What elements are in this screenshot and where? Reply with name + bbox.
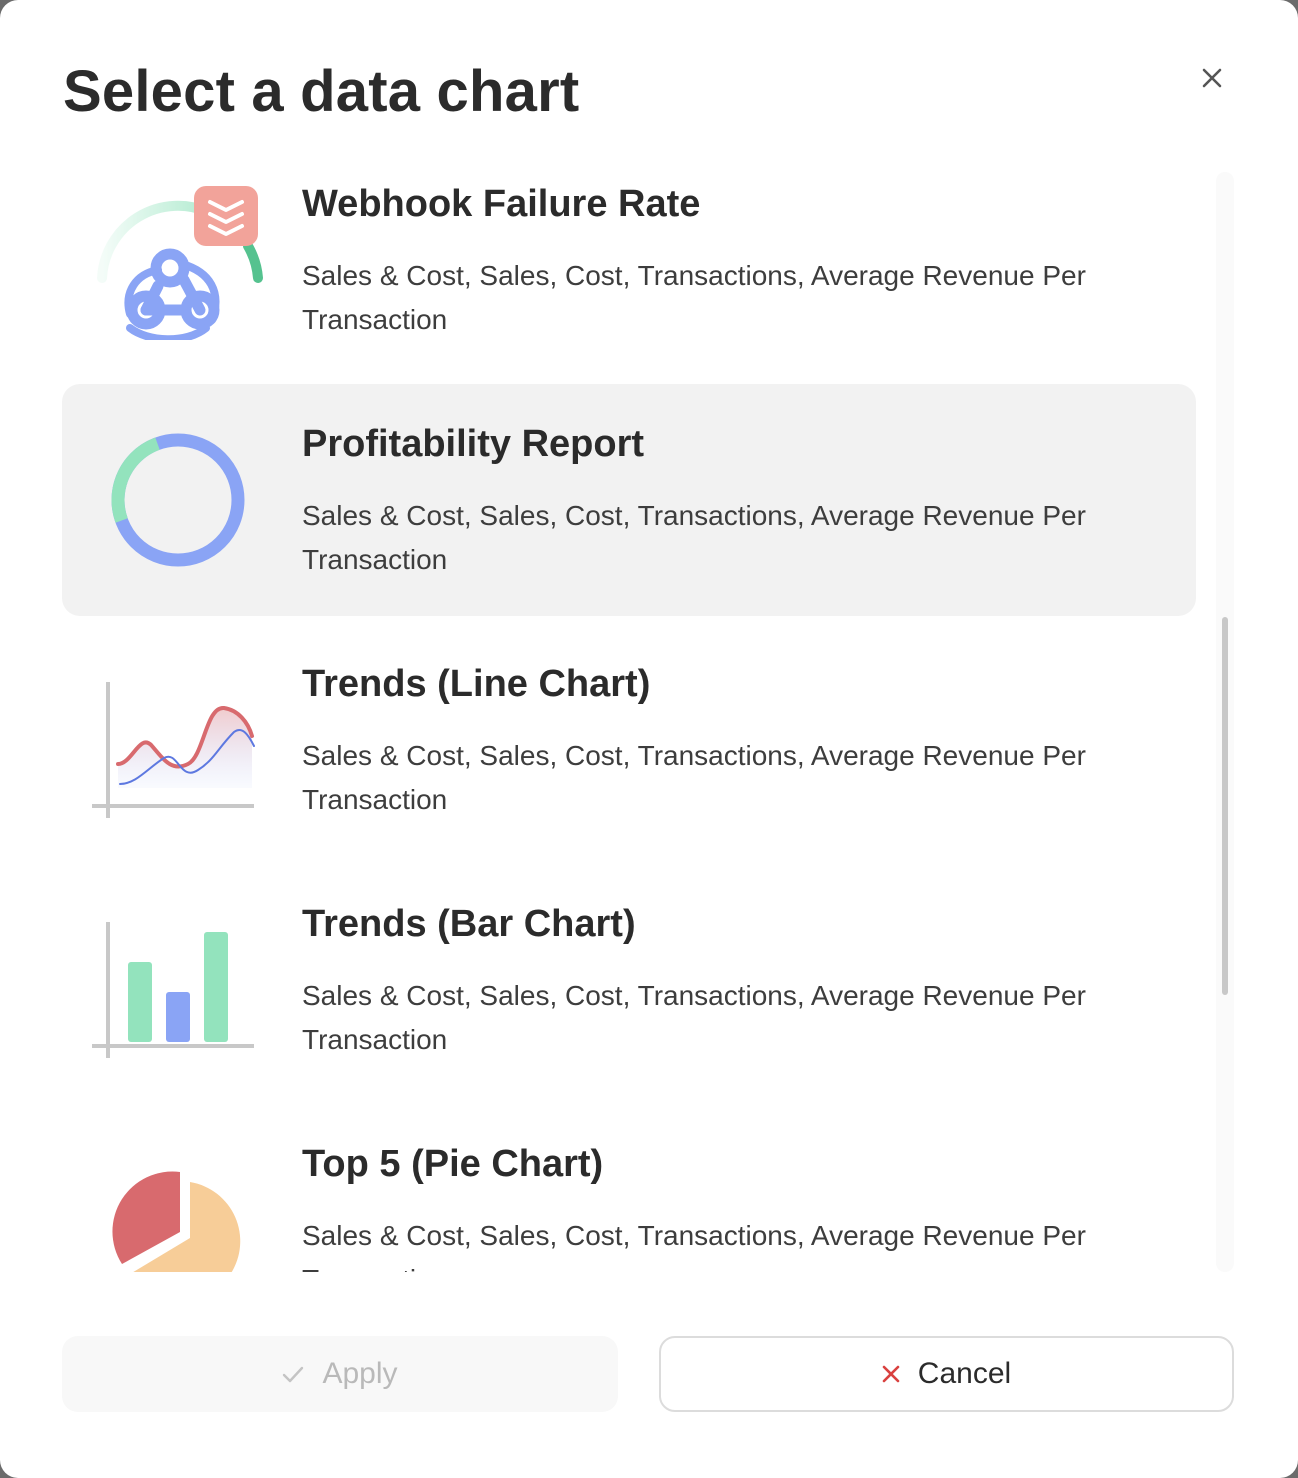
chart-list[interactable]: Webhook Failure Rate Sales & Cost, Sales… — [62, 172, 1196, 1272]
close-button[interactable] — [1190, 56, 1234, 100]
webhook-gauge-icon — [97, 186, 263, 340]
chart-option-trends-bar-chart[interactable]: Trends (Bar Chart) Sales & Cost, Sales, … — [62, 864, 1196, 1096]
pie-chart-icon — [112, 1171, 241, 1272]
select-chart-dialog: Select a data chart Webhook Failure Rate… — [0, 0, 1298, 1478]
chart-option-webhook-failure-rate[interactable]: Webhook Failure Rate Sales & Cost, Sales… — [62, 172, 1196, 376]
list-scrollbar[interactable] — [1216, 172, 1234, 1272]
close-icon — [882, 1365, 900, 1383]
chart-option-description: Sales & Cost, Sales, Cost, Transactions,… — [302, 260, 1086, 335]
donut-chart-icon — [111, 433, 245, 567]
bar-chart-icon — [92, 922, 254, 1058]
chart-option-title: Trends (Line Chart) — [302, 663, 651, 705]
close-icon — [1202, 68, 1222, 88]
chart-option-top5-pie-chart[interactable]: Top 5 (Pie Chart) Sales & Cost, Sales, C… — [62, 1104, 1196, 1272]
line-chart-icon — [92, 682, 255, 818]
chart-option-trends-line-chart[interactable]: Trends (Line Chart) Sales & Cost, Sales,… — [62, 624, 1196, 856]
cancel-label: Cancel — [917, 1357, 1012, 1390]
cancel-button[interactable]: Cancel — [659, 1336, 1234, 1412]
chart-option-title: Profitability Report — [302, 423, 645, 465]
chart-option-title: Trends (Bar Chart) — [302, 903, 636, 945]
chart-option-title: Webhook Failure Rate — [302, 183, 701, 225]
chart-option-description: Sales & Cost, Sales, Cost, Transactions,… — [302, 1220, 1086, 1272]
dialog-title: Select a data chart — [63, 59, 580, 124]
apply-label: Apply — [322, 1357, 398, 1390]
chart-option-description: Sales & Cost, Sales, Cost, Transactions,… — [302, 500, 1086, 575]
chart-option-profitability-report[interactable]: Profitability Report Sales & Cost, Sales… — [62, 384, 1196, 616]
scrollbar-thumb[interactable] — [1222, 617, 1228, 995]
chart-option-description: Sales & Cost, Sales, Cost, Transactions,… — [302, 740, 1086, 815]
check-icon — [282, 1365, 304, 1383]
chart-option-title: Top 5 (Pie Chart) — [302, 1143, 604, 1185]
chart-option-description: Sales & Cost, Sales, Cost, Transactions,… — [302, 980, 1086, 1055]
apply-button[interactable]: Apply — [62, 1336, 618, 1412]
